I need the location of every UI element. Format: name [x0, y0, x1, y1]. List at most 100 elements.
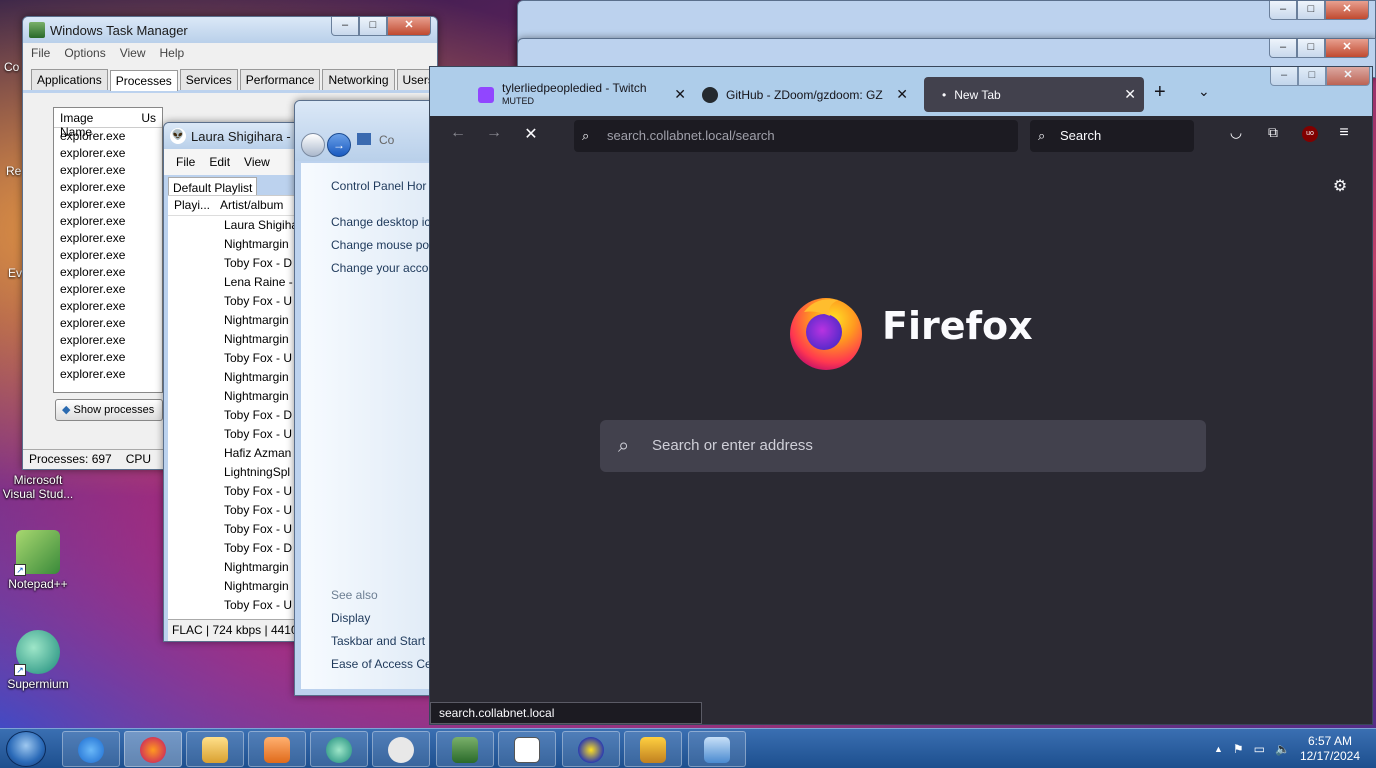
menu-file[interactable]: File [31, 46, 50, 60]
link-display[interactable]: Display [331, 611, 370, 625]
link-control-panel-home[interactable]: Control Panel Hor [331, 179, 426, 193]
process-row[interactable]: explorer.exe [54, 162, 162, 179]
maximize-button[interactable]: □ [359, 17, 387, 36]
desktop-icon-notepad-plus-plus[interactable]: ↗ Notepad++ [0, 530, 76, 591]
stop-icon[interactable]: ✕ [519, 124, 543, 144]
menu-file[interactable]: File [176, 155, 195, 169]
tab-processes[interactable]: Processes [109, 70, 178, 91]
back-button[interactable] [301, 133, 325, 157]
taskbar-firefox[interactable] [124, 731, 182, 767]
tab-performance[interactable]: Performance [239, 69, 321, 90]
link-change-desktop-icons[interactable]: Change desktop ic [331, 215, 430, 229]
taskbar-task-manager[interactable] [436, 731, 494, 767]
address-text[interactable]: Co [379, 133, 394, 147]
volume-muted-icon[interactable]: 🔈 [1275, 742, 1290, 756]
flag-icon[interactable]: ⚑ [1233, 742, 1244, 756]
taskbar-game[interactable] [624, 731, 682, 767]
forward-arrow-icon[interactable]: → [482, 124, 506, 142]
close-tab-icon[interactable]: ✕ [896, 86, 908, 103]
tab-applications[interactable]: Applications [31, 69, 108, 90]
taskbar-notes[interactable] [498, 731, 556, 767]
tab-new-tab[interactable]: • New Tab ✕ [924, 77, 1144, 112]
minimize-button[interactable]: – [1269, 39, 1297, 58]
url-bar[interactable]: ⌕ search.collabnet.local/search [574, 120, 1018, 152]
taskbar-file-explorer[interactable] [186, 731, 244, 767]
menu-view[interactable]: View [244, 155, 270, 169]
process-row[interactable]: explorer.exe [54, 264, 162, 281]
list-all-tabs-icon[interactable]: ⌄ [1198, 83, 1210, 100]
pocket-icon[interactable]: ◡ [1224, 124, 1248, 141]
gear-icon[interactable]: ⚙ [1328, 176, 1352, 196]
clock[interactable]: 6:57 AM 12/17/2024 [1300, 734, 1360, 764]
menu-help[interactable]: Help [160, 46, 185, 60]
column-playing[interactable]: Playi... [174, 198, 210, 213]
forward-button[interactable]: → [327, 133, 351, 157]
file-explorer-icon [202, 737, 228, 763]
show-processes-label: Show processes [73, 404, 155, 416]
minimize-button[interactable]: – [1270, 67, 1298, 86]
process-row[interactable]: explorer.exe [54, 128, 162, 145]
menu-view[interactable]: View [120, 46, 146, 60]
menu-edit[interactable]: Edit [209, 155, 230, 169]
new-tab-search-box[interactable]: ⌕ Search or enter address [600, 420, 1206, 472]
process-row[interactable]: explorer.exe [54, 213, 162, 230]
maximize-button[interactable]: □ [1297, 1, 1325, 20]
process-row[interactable]: explorer.exe [54, 196, 162, 213]
taskbar-xemu[interactable] [562, 731, 620, 767]
hamburger-menu-icon[interactable]: ≡ [1332, 124, 1356, 142]
extensions-icon[interactable]: ⧉ [1261, 124, 1285, 141]
tab-networking[interactable]: Networking [322, 69, 395, 90]
back-arrow-icon[interactable]: ← [446, 124, 470, 142]
taskbar-media-player[interactable] [248, 731, 306, 767]
process-row[interactable]: explorer.exe [54, 145, 162, 162]
minimize-button[interactable]: – [1269, 1, 1297, 20]
menu-bar: File Options View Help [23, 43, 437, 63]
close-tab-icon[interactable]: ✕ [674, 86, 686, 103]
close-button[interactable]: ✕ [387, 17, 431, 36]
process-row[interactable]: explorer.exe [54, 179, 162, 196]
close-tab-icon[interactable]: ✕ [1124, 86, 1136, 103]
link-change-account[interactable]: Change your acco [331, 261, 428, 275]
maximize-button[interactable]: □ [1297, 39, 1325, 58]
process-row[interactable]: explorer.exe [54, 366, 162, 383]
search-box[interactable]: ⌕ Search [1030, 120, 1194, 152]
column-user[interactable]: Us [141, 111, 156, 125]
process-row[interactable]: explorer.exe [54, 315, 162, 332]
close-button[interactable]: ✕ [1325, 39, 1369, 58]
process-row[interactable]: explorer.exe [54, 230, 162, 247]
link-taskbar-start[interactable]: Taskbar and Start [331, 634, 425, 648]
close-button[interactable]: ✕ [1326, 67, 1370, 86]
process-row[interactable]: explorer.exe [54, 332, 162, 349]
link-ease-of-access[interactable]: Ease of Access Cer [331, 657, 436, 671]
network-icon[interactable]: ▭ [1254, 742, 1265, 756]
desktop-icon-supermium[interactable]: ↗ Supermium [0, 630, 76, 691]
ublock-icon[interactable]: uo [1302, 126, 1318, 142]
taskbar-foobar[interactable] [372, 731, 430, 767]
process-list[interactable]: Image Name Us explorer.exe explorer.exe ex… [53, 107, 163, 393]
start-orb-icon[interactable] [6, 731, 46, 767]
notes-icon [514, 737, 540, 763]
show-hidden-icons-button[interactable]: ▲ [1214, 744, 1223, 754]
new-tab-button[interactable]: + [1154, 81, 1166, 104]
show-processes-button[interactable]: ◆ Show processes [55, 399, 163, 421]
tab-github[interactable]: GitHub - ZDoom/gzdoom: GZ ✕ [702, 77, 916, 112]
column-image-name[interactable]: Image Name [60, 111, 113, 139]
control-panel-window[interactable]: → Co Control Panel Hor Change desktop ic… [294, 100, 444, 696]
column-artist-album[interactable]: Artist/album [220, 198, 283, 213]
tab-twitch[interactable]: tylerliedpeopledied - Twitch MUTED ✕ [478, 77, 694, 112]
process-row[interactable]: explorer.exe [54, 298, 162, 315]
maximize-button[interactable]: □ [1298, 67, 1326, 86]
tab-services[interactable]: Services [179, 69, 238, 90]
process-row[interactable]: explorer.exe [54, 281, 162, 298]
minimize-button[interactable]: – [331, 17, 359, 36]
control-panel-icon [704, 737, 730, 763]
process-row[interactable]: explorer.exe [54, 247, 162, 264]
close-button[interactable]: ✕ [1325, 1, 1369, 20]
taskbar-control-panel[interactable] [688, 731, 746, 767]
process-row[interactable]: explorer.exe [54, 349, 162, 366]
taskbar-supermium[interactable] [310, 731, 368, 767]
menu-options[interactable]: Options [64, 46, 105, 60]
link-change-mouse-pointers[interactable]: Change mouse po [331, 238, 429, 252]
taskbar-internet-explorer[interactable] [62, 731, 120, 767]
firefox-window[interactable]: – □ ✕ tylerliedpeopledied - Twitch MUTED… [429, 66, 1373, 725]
